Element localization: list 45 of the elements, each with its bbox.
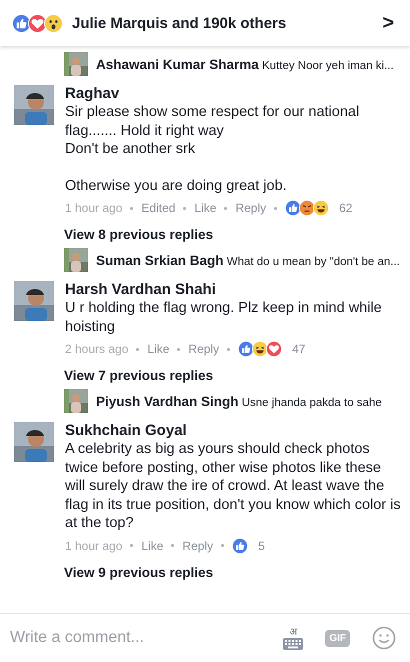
angry-reaction-icon — [299, 200, 316, 216]
emoji-icon[interactable] — [372, 626, 396, 650]
like-reaction-icon — [12, 14, 31, 32]
comment-text: A celebrity as big as yours should check photos twice before posting, other wise photos like these will surely draw the ire of crowd. At least wave the flag in its true position, don't you know which color is at the top? — [65, 440, 402, 532]
keyboard-icon — [283, 638, 304, 650]
separator-dot — [177, 348, 180, 350]
timestamp: 1 hour ago — [65, 538, 122, 552]
like-reaction-icon — [238, 341, 254, 357]
separator-dot — [183, 206, 186, 210]
commenter-name[interactable]: Sukhchain Goyal — [65, 422, 402, 439]
separator-dot — [130, 544, 134, 547]
separator-dot — [136, 348, 140, 350]
laughing-reaction-icon — [252, 341, 268, 357]
separator-dot — [224, 206, 228, 210]
heart-reaction-icon — [266, 341, 282, 357]
separator-dot — [221, 544, 224, 547]
comment-text: Sir please show some respect for our national flag....... Hold it right way Don't be another srk — [65, 103, 360, 158]
timestamp: 1 hour ago — [65, 201, 122, 215]
comment-text: Otherwise you are doing great job. — [65, 176, 288, 195]
separator-dot — [227, 348, 230, 350]
reply-preview[interactable]: Piyush Vardhan Singh Usne jhanda pakda to sahe — [96, 394, 382, 408]
comment-text: U r holding the flag wrong. Plz keep in mind while hoisting — [65, 299, 383, 336]
view-replies-link[interactable]: View 7 previous replies — [0, 359, 214, 387]
reactions-summary: Julie Marquis and 190k others — [72, 14, 288, 32]
commenter-name[interactable]: Raghav — [65, 85, 402, 102]
keyboard-button[interactable]: अ — [283, 626, 304, 650]
chevron-icon[interactable]: > — [382, 12, 394, 34]
like-reaction-icon — [285, 200, 302, 216]
reaction-count: 62 — [339, 201, 352, 215]
reaction-count: 47 — [292, 342, 306, 356]
separator-dot — [171, 544, 174, 547]
laughing-reaction-icon — [313, 200, 330, 216]
timestamp: 2 hours ago — [65, 342, 128, 356]
separator-dot — [274, 206, 278, 210]
reply-preview[interactable]: Ashawani Kumar Sharma Kuttey Noor yeh iman ki... — [96, 56, 394, 72]
heart-reaction-icon — [28, 14, 47, 32]
reply-preview[interactable]: Suman Srkian Bagh What do u mean by "don't be an... — [96, 252, 400, 268]
reaction-count: 5 — [258, 538, 265, 552]
commenter-name[interactable]: Harsh Vardhan Shahi — [65, 281, 402, 298]
reactions-header[interactable]: Julie Marquis and 190k others > — [0, 0, 410, 46]
like-reaction-icon — [232, 538, 248, 554]
view-replies-link[interactable]: View 9 previous replies — [0, 556, 214, 584]
view-replies-link[interactable]: View 8 previous replies — [0, 218, 214, 246]
separator-dot — [130, 206, 134, 210]
surprised-reaction-icon — [44, 14, 63, 32]
